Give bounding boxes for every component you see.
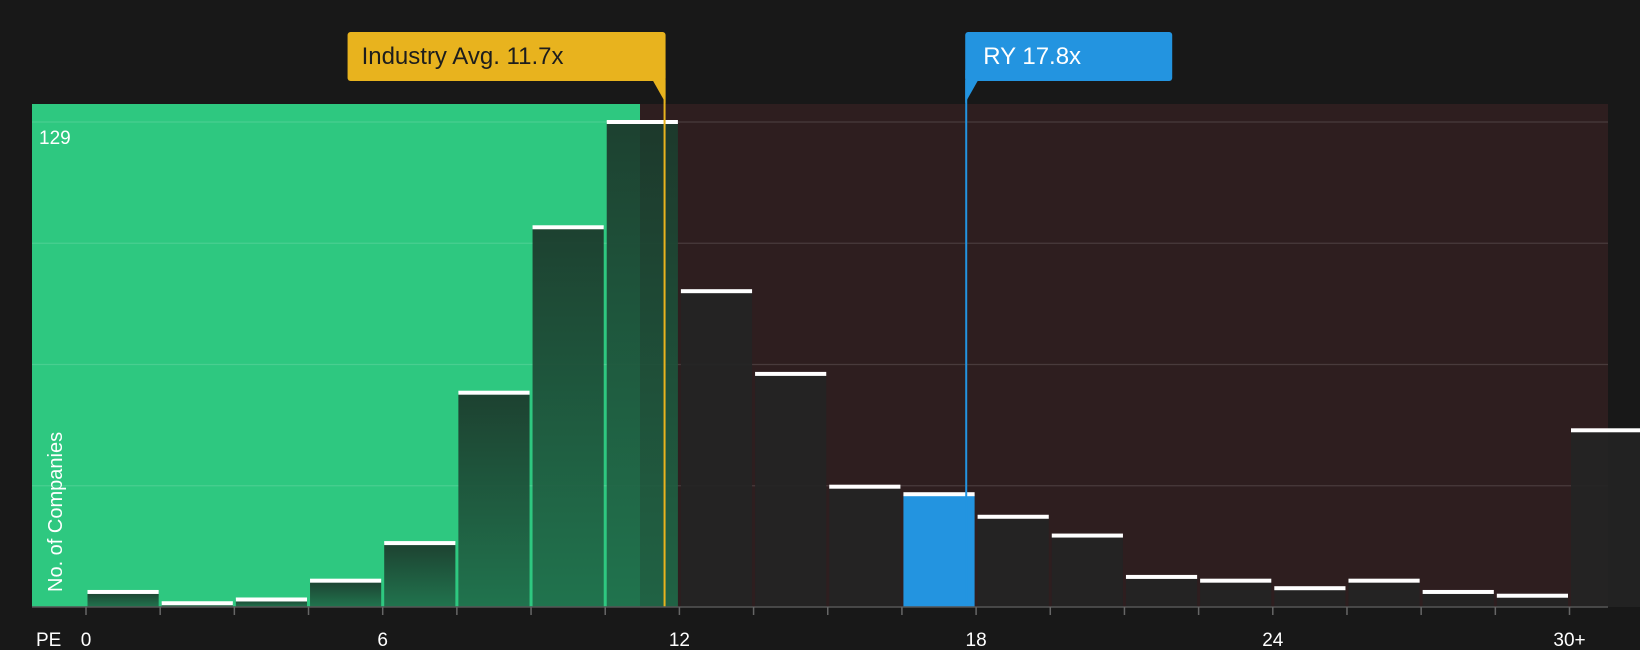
bar-top-marker — [87, 589, 159, 594]
bar-top-marker — [384, 541, 456, 546]
histogram-bar — [1348, 580, 1420, 607]
bar-top-marker — [755, 371, 827, 376]
pe-distribution-chart: 0 6 12 18 24 30+ PE 129 No. of Companies Industr… — [32, 32, 1640, 650]
histogram-bar — [755, 373, 827, 607]
histogram-bar — [606, 122, 678, 607]
histogram-bar — [680, 291, 753, 607]
x-tick-label: 12 — [669, 630, 690, 650]
bar-top-marker — [235, 597, 308, 602]
bar-top-marker — [310, 578, 382, 583]
x-tick-label: 0 — [81, 630, 92, 650]
histogram-bar — [458, 392, 530, 607]
x-tick-label: 6 — [377, 630, 388, 650]
bar-top-marker — [680, 289, 753, 294]
bar-top-marker — [1422, 589, 1494, 594]
bar-top-marker — [532, 225, 604, 230]
histogram-bar — [1422, 591, 1494, 607]
histogram-bar — [829, 486, 901, 607]
bar-top-marker — [606, 120, 678, 124]
bar-top-marker — [1348, 578, 1420, 583]
x-axis-label: PE — [36, 630, 61, 650]
histogram-bar — [310, 580, 382, 607]
x-tick-label: 30+ — [1553, 630, 1585, 650]
bar-top-marker — [1496, 593, 1568, 598]
bar-top-marker — [977, 514, 1049, 519]
histogram-bar — [977, 516, 1049, 607]
histogram-bar — [1274, 588, 1346, 607]
histogram-bar — [384, 543, 456, 607]
bar-top-marker — [903, 492, 975, 497]
x-tick-label: 18 — [966, 630, 987, 650]
histogram-bar — [87, 591, 159, 607]
histogram-bar — [1051, 535, 1123, 607]
histogram-bar — [1200, 580, 1272, 607]
histogram-bar — [532, 227, 604, 608]
y-max-label: 129 — [39, 128, 71, 149]
bar-top-marker — [1200, 578, 1272, 583]
bar-top-marker — [161, 601, 233, 606]
industry-avg-label: Industry Avg. 11.7x — [362, 43, 564, 70]
bar-top-marker — [1051, 533, 1123, 538]
company-label: RY 17.8x — [983, 43, 1081, 70]
bar-top-marker — [829, 484, 901, 489]
histogram-bar — [903, 494, 975, 607]
x-tick-label: 24 — [1262, 630, 1284, 650]
histogram-bar — [1125, 576, 1198, 607]
y-axis-label: No. of Companies — [45, 432, 67, 592]
bar-top-marker — [1274, 586, 1346, 591]
bar-top-marker — [458, 390, 530, 395]
histogram-bar — [1571, 430, 1640, 607]
bar-top-marker — [1125, 574, 1198, 579]
bar-top-marker — [1571, 428, 1640, 433]
